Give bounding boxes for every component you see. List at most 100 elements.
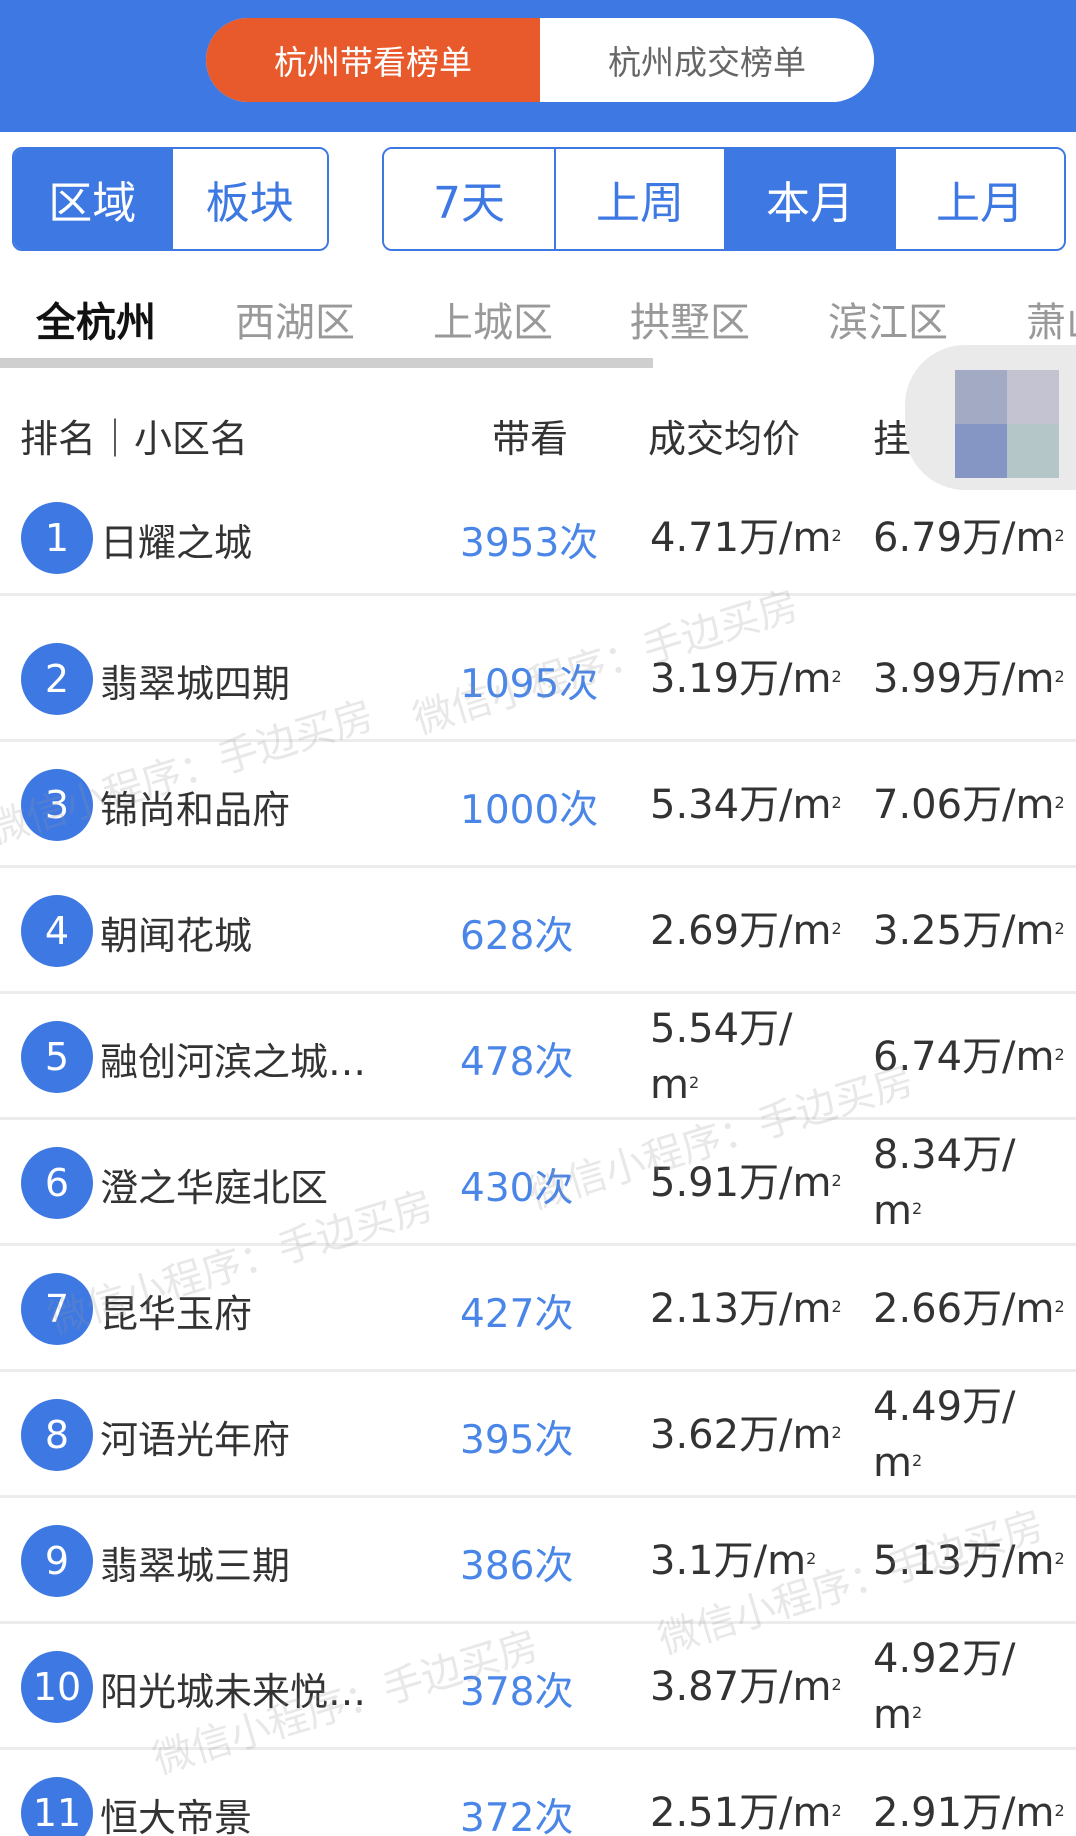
rank-badge: 10 — [21, 1651, 93, 1723]
visit-count: 386次 — [460, 1544, 574, 1589]
avg-price: 5.34万/m2 — [650, 777, 850, 833]
period-7-days[interactable]: 7天 — [384, 149, 554, 249]
rank-badge: 5 — [21, 1021, 93, 1093]
price-unit: 万/m — [962, 1790, 1055, 1836]
price-unit: 万/m — [739, 1790, 832, 1836]
price-unit: 万/m — [962, 656, 1055, 702]
table-row[interactable]: 10 阳光城未来悦… 378次 3.87万/m2 4.92万/m2 — [0, 1624, 1076, 1750]
table-row[interactable]: 6 澄之华庭北区 430次 5.91万/m2 8.34万/m2 — [0, 1120, 1076, 1246]
price-unit-superscript: 2 — [831, 1171, 842, 1190]
header-avg-price: 成交均价 — [648, 417, 801, 461]
community-name: 澄之华庭北区 — [100, 1166, 329, 1210]
tab-viewing-ranking[interactable]: 杭州带看榜单 — [206, 18, 540, 102]
district-tab-all-hangzhou[interactable]: 全杭州 — [36, 290, 156, 348]
rank-badge: 11 — [21, 1777, 93, 1836]
table-row[interactable]: 1 日耀之城 3953次 4.71万/m2 6.79万/m2 — [0, 480, 1076, 596]
district-tab-gongshu[interactable]: 拱墅区 — [630, 290, 750, 348]
avg-price: 3.87万/m2 — [650, 1659, 850, 1715]
community-name: 恒大帝景 — [100, 1796, 253, 1836]
visit-count: 478次 — [460, 1040, 574, 1085]
price-unit-superscript: 2 — [806, 1549, 817, 1568]
price-unit-superscript: 2 — [1054, 1297, 1065, 1316]
community-name: 融创河滨之城… — [100, 1040, 367, 1084]
ranking-type-toggle: 杭州带看榜单 杭州成交榜单 — [206, 18, 874, 102]
price-unit-superscript: 2 — [1054, 919, 1065, 938]
area-type-toggle: 区域 板块 — [12, 147, 329, 251]
list-price: 6.74万/m2 — [873, 1029, 1076, 1085]
tabs-scrollbar[interactable] — [0, 358, 653, 368]
header-visits: 带看 — [492, 417, 569, 461]
tab-deal-ranking[interactable]: 杭州成交榜单 — [540, 18, 874, 102]
table-row[interactable]: 3 锦尚和品府 1000次 5.34万/m2 7.06万/m2 — [0, 742, 1076, 868]
price-value: 3.1 — [650, 1538, 714, 1584]
table-row[interactable]: 2 翡翠城四期 1095次 3.19万/m2 3.99万/m2 — [0, 616, 1076, 742]
district-tab-xihu[interactable]: 西湖区 — [235, 290, 355, 348]
community-name: 朝闻花城 — [100, 914, 253, 958]
visit-count: 372次 — [460, 1796, 574, 1836]
list-price: 3.25万/m2 — [873, 903, 1076, 959]
price-unit: 万/m — [739, 782, 832, 828]
list-price: 6.79万/m2 — [873, 510, 1076, 566]
district-tabs: 全杭州 西湖区 上城区 拱墅区 滨江区 萧山 — [0, 270, 1076, 366]
price-unit-superscript: 2 — [831, 1423, 842, 1442]
price-unit-superscript: 2 — [1054, 793, 1065, 812]
price-value: 2.66 — [873, 1286, 963, 1332]
price-value: 5.34 — [650, 782, 740, 828]
price-value: 3.19 — [650, 656, 740, 702]
price-unit: 万/m — [739, 1412, 832, 1458]
price-unit: 万/m — [739, 1286, 832, 1332]
price-value: 2.91 — [873, 1790, 963, 1836]
district-tab-shangcheng[interactable]: 上城区 — [433, 290, 553, 348]
filter-bar: 区域 板块 7天 上周 本月 上月 — [0, 147, 1076, 252]
visit-count: 628次 — [460, 914, 574, 959]
table-row[interactable]: 8 河语光年府 395次 3.62万/m2 4.49万/m2 — [0, 1372, 1076, 1498]
visit-count: 1000次 — [460, 788, 599, 833]
visit-count: 3953次 — [460, 521, 599, 566]
price-unit: 万/m — [739, 1160, 832, 1206]
price-unit-superscript: 2 — [831, 1801, 842, 1820]
table-row[interactable]: 9 翡翠城三期 386次 3.1万/m2 5.13万/m2 — [0, 1498, 1076, 1624]
price-value: 4.92 — [873, 1636, 963, 1682]
price-value: 7.06 — [873, 782, 963, 828]
avg-price: 3.62万/m2 — [650, 1407, 850, 1463]
top-bar: 杭州带看榜单 杭州成交榜单 — [0, 0, 1076, 132]
community-name: 日耀之城 — [100, 521, 253, 565]
filter-block[interactable]: 板块 — [170, 149, 327, 249]
price-unit-superscript: 2 — [1054, 1549, 1065, 1568]
price-value: 5.13 — [873, 1538, 963, 1584]
price-unit: 万/m — [739, 1664, 832, 1710]
price-value: 2.69 — [650, 908, 740, 954]
price-unit-superscript: 2 — [831, 667, 842, 686]
price-unit: 万/m — [739, 656, 832, 702]
price-value: 2.13 — [650, 1286, 740, 1332]
period-last-week[interactable]: 上周 — [554, 149, 724, 249]
price-value: 6.74 — [873, 1034, 963, 1080]
price-unit-superscript: 2 — [831, 526, 842, 545]
table-row[interactable]: 5 融创河滨之城… 478次 5.54万/m2 6.74万/m2 — [0, 994, 1076, 1120]
price-value: 5.54 — [650, 1006, 740, 1052]
rank-badge: 7 — [21, 1273, 93, 1345]
avg-price: 2.51万/m2 — [650, 1785, 850, 1836]
period-this-month[interactable]: 本月 — [724, 149, 894, 249]
price-unit: 万/m — [962, 1286, 1055, 1332]
avg-price: 3.19万/m2 — [650, 651, 850, 707]
price-value: 5.91 — [650, 1160, 740, 1206]
price-unit: 万/m — [962, 1538, 1055, 1584]
district-tab-binjiang[interactable]: 滨江区 — [828, 290, 948, 348]
period-last-month[interactable]: 上月 — [894, 149, 1064, 249]
price-value: 3.87 — [650, 1664, 740, 1710]
table-row[interactable]: 11 恒大帝景 372次 2.51万/m2 2.91万/m2 — [0, 1750, 1076, 1836]
community-name: 锦尚和品府 — [100, 788, 291, 832]
visit-count: 378次 — [460, 1670, 574, 1715]
price-unit-superscript: 2 — [1054, 526, 1065, 545]
visit-count: 1095次 — [460, 662, 599, 707]
list-price: 4.49万/m2 — [873, 1379, 1033, 1491]
rank-badge: 1 — [21, 502, 93, 574]
district-tab-xiaoshan[interactable]: 萧山 — [1026, 290, 1076, 348]
list-price: 8.34万/m2 — [873, 1127, 1033, 1239]
price-unit-superscript: 2 — [911, 1703, 923, 1722]
table-row[interactable]: 7 昆华玉府 427次 2.13万/m2 2.66万/m2 — [0, 1246, 1076, 1372]
filter-district[interactable]: 区域 — [14, 149, 171, 249]
community-name: 翡翠城三期 — [100, 1544, 291, 1588]
table-row[interactable]: 4 朝闻花城 628次 2.69万/m2 3.25万/m2 — [0, 868, 1076, 994]
